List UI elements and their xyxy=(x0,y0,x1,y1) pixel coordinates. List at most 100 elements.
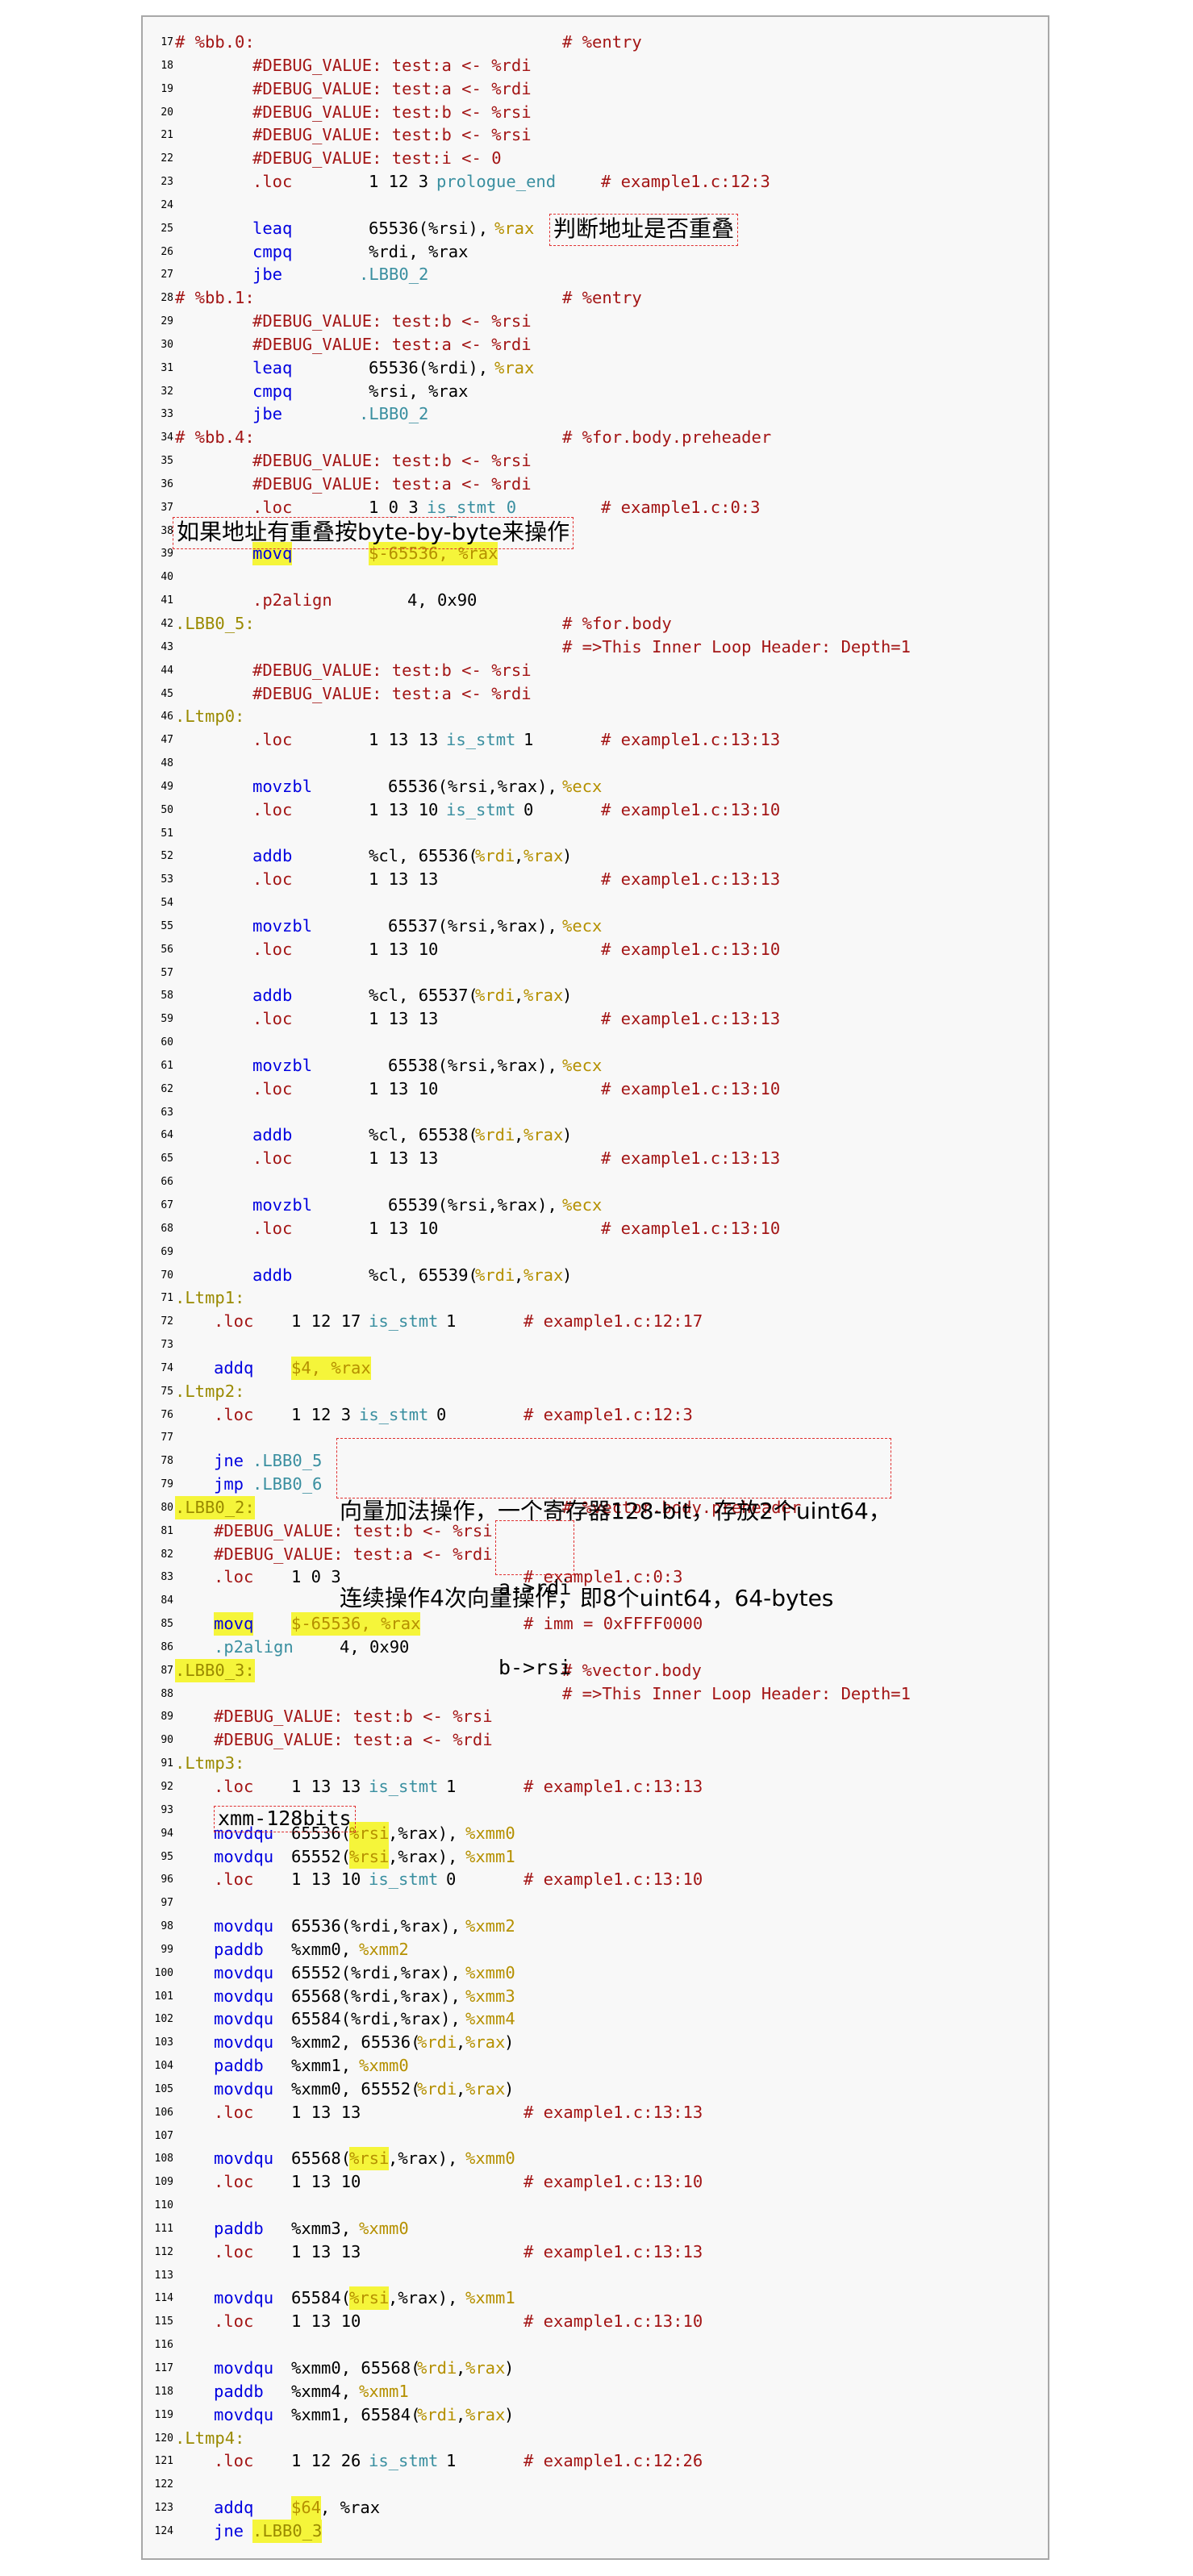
code-token: # %bb.4: xyxy=(175,427,255,448)
line-number: 103 xyxy=(154,2036,173,2049)
line-number: 90 xyxy=(161,1734,173,1747)
code-line: 91 .Ltmp3: xyxy=(143,1752,1030,1775)
code-token: ) xyxy=(504,2358,515,2378)
code-token: 1 13 10 xyxy=(291,2172,361,2192)
code-line: 90 #DEBUG_VALUE: test:a <- %rdi xyxy=(143,1728,1030,1752)
code-token: #DEBUG_VALUE: test:a <- %rdi xyxy=(214,1730,493,1750)
code-token: #DEBUG_VALUE: test:i <- 0 xyxy=(252,148,502,169)
line-number: 105 xyxy=(154,2082,173,2095)
code-token: ,%rax), xyxy=(388,1846,458,1866)
code-token: # %for.body xyxy=(562,614,672,633)
code-token: %xmm2 xyxy=(465,1916,515,1936)
code-line: 30 #DEBUG_VALUE: test:a <- %rdi xyxy=(143,333,1030,356)
code-line: 123 addq $64, %rax xyxy=(143,2496,1030,2520)
code-line: 103 movdqu %xmm2, 65536(%rdi, %rax) xyxy=(143,2031,1030,2054)
line-number: 25 xyxy=(161,222,173,235)
code-token: ,%rax), xyxy=(388,1823,458,1843)
code-token: addq xyxy=(214,2498,254,2518)
code-line: 105 movdqu %xmm0, 65552(%rdi, %rax) xyxy=(143,2078,1030,2101)
code-token: %ecx xyxy=(562,1055,603,1075)
line-number: 17 xyxy=(161,36,173,48)
line-number: 110 xyxy=(154,2199,173,2212)
code-line: 75 .Ltmp2: xyxy=(143,1380,1030,1403)
code-line: 31 leaq 65536(%rdi), %rax xyxy=(143,356,1030,380)
code-token: 4, 0x90 xyxy=(407,590,478,611)
line-number: 45 xyxy=(161,687,173,700)
code-token: .loc xyxy=(252,939,293,959)
code-token: 1 0 3 xyxy=(291,1567,341,1587)
code-token: jmp xyxy=(214,1474,244,1494)
code-token: # example1.c:12:3 xyxy=(524,1404,693,1424)
code-token: %rax xyxy=(465,2404,506,2424)
line-number: 87 xyxy=(161,1664,173,1677)
code-token: .Ltmp3: xyxy=(175,1753,245,1774)
code-line: 88 # =>This Inner Loop Header: Depth=1 xyxy=(143,1682,1030,1706)
line-number: 66 xyxy=(161,1176,173,1189)
code-token: is_stmt xyxy=(446,799,516,819)
code-token: # example1.c:13:10 xyxy=(524,1869,703,1890)
code-token: #DEBUG_VALUE: test:b <- %rsi xyxy=(252,660,532,680)
code-token: %ecx xyxy=(562,915,603,936)
line-number: 75 xyxy=(161,1385,173,1398)
code-line: 110 xyxy=(143,2194,1030,2217)
code-line: 89 #DEBUG_VALUE: test:b <- %rsi xyxy=(143,1705,1030,1728)
code-token: .loc xyxy=(214,1404,254,1424)
line-number: 86 xyxy=(161,1640,173,1653)
code-token: 65536(%rsi,%rax), xyxy=(388,776,557,796)
code-line: 52 addb %cl, 65536(%rdi, %rax) xyxy=(143,844,1030,868)
code-token: addb xyxy=(252,1125,293,1145)
code-token: movdqu xyxy=(214,2032,274,2053)
line-number: 113 xyxy=(154,2269,173,2282)
code-token: %rax xyxy=(524,846,564,866)
line-number: 63 xyxy=(161,1106,173,1119)
code-token: .LBB0_2 xyxy=(359,404,429,424)
code-token: #DEBUG_VALUE: test:b <- %rsi xyxy=(252,311,532,331)
line-number: 36 xyxy=(161,477,173,490)
code-token: 65552(%rdi,%rax), xyxy=(291,1962,461,1982)
code-token: # example1.c:0:3 xyxy=(601,497,761,517)
code-token: addq xyxy=(214,1357,254,1378)
code-line: 27 jbe .LBB0_2 xyxy=(143,263,1030,286)
code-token: # example1.c:13:13 xyxy=(601,730,781,750)
code-line: 118 paddb %xmm4, %xmm1 xyxy=(143,2380,1030,2403)
code-token: ) xyxy=(562,846,573,866)
code-line: 97 xyxy=(143,1891,1030,1915)
code-token: .loc xyxy=(252,172,293,192)
code-token: is_stmt xyxy=(369,2451,439,2471)
line-number: 119 xyxy=(154,2408,173,2421)
code-line: 116 xyxy=(143,2333,1030,2357)
code-token: 0 xyxy=(436,1404,447,1424)
code-token: %rsi xyxy=(349,2286,390,2311)
line-number: 53 xyxy=(161,873,173,886)
line-number: 120 xyxy=(154,2432,173,2445)
code-line: 54 xyxy=(143,891,1030,915)
code-line: 120 .Ltmp4: xyxy=(143,2427,1030,2450)
code-token: .loc xyxy=(252,799,293,819)
annotation-vector-add-line2: 连续操作4次向量操作，即8个uint64，64-bytes xyxy=(340,1585,834,1611)
code-token: paddb xyxy=(214,2056,264,2076)
code-token: %rax xyxy=(494,218,535,238)
code-line: 36 #DEBUG_VALUE: test:a <- %rdi xyxy=(143,473,1030,496)
code-line: 117 movdqu %xmm0, 65568(%rdi, %rax) xyxy=(143,2357,1030,2380)
code-token: .LBB0_3 xyxy=(252,2519,323,2543)
code-token: .LBB0_2: xyxy=(175,1495,255,1519)
code-token: %xmm1 xyxy=(359,2381,409,2401)
line-number: 56 xyxy=(161,943,173,956)
line-number: 40 xyxy=(161,571,173,584)
code-token: , xyxy=(456,2404,466,2424)
code-token: is_stmt xyxy=(446,730,516,750)
code-token: %xmm0 xyxy=(359,2218,409,2238)
code-token: 65536(%rsi), xyxy=(369,218,489,238)
line-number: 61 xyxy=(161,1059,173,1072)
code-line: 114 movdqu 65584(%rsi ,%rax), %xmm1 xyxy=(143,2286,1030,2311)
code-token: paddb xyxy=(214,2381,264,2401)
code-line: 32 cmpq %rsi, %rax xyxy=(143,380,1030,403)
code-token: %xmm0 xyxy=(359,2056,409,2076)
line-number: 101 xyxy=(154,1990,173,2003)
code-token: %rax xyxy=(524,1125,564,1145)
code-line: 124 jne .LBB0_3 xyxy=(143,2519,1030,2543)
code-token: 65539(%rsi,%rax), xyxy=(388,1195,557,1215)
code-token: jne xyxy=(214,1451,244,1471)
code-token: %rax xyxy=(524,986,564,1006)
line-number: 92 xyxy=(161,1781,173,1793)
